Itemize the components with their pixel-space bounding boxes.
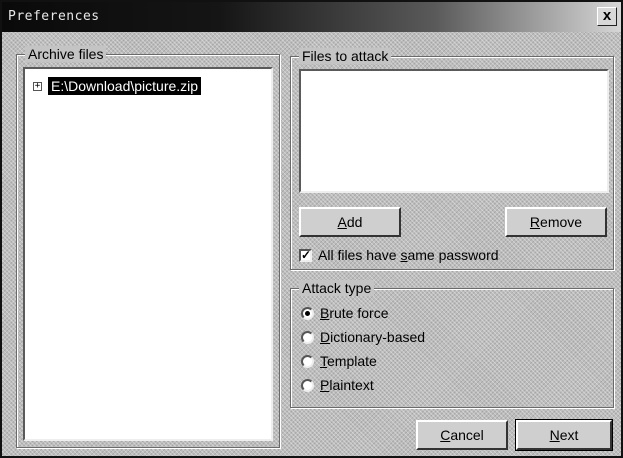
- cancel-button[interactable]: Cancel: [416, 420, 508, 450]
- archive-files-group: Archive files + E:\Download\picture.zip: [16, 46, 280, 448]
- radio-button[interactable]: [301, 354, 314, 368]
- files-list[interactable]: [299, 69, 609, 193]
- radio-button[interactable]: [301, 330, 314, 344]
- files-to-attack-group: Files to attack Add Remove ✓ All files h…: [290, 48, 614, 270]
- radio-template[interactable]: Template: [301, 353, 377, 369]
- same-password-label: All files have same password: [318, 247, 499, 263]
- radio-button-selected[interactable]: [301, 306, 314, 320]
- expand-plus-icon[interactable]: +: [33, 81, 42, 91]
- tree-item-archive[interactable]: + E:\Download\picture.zip: [33, 77, 202, 95]
- radio-plaintext[interactable]: Plaintext: [301, 377, 374, 393]
- checkmark-icon: ✓: [301, 247, 312, 262]
- next-button[interactable]: Next: [515, 419, 613, 451]
- same-password-checkbox-row[interactable]: ✓ All files have same password: [299, 247, 499, 263]
- preferences-dialog: Preferences x Archive files + E:\Downloa…: [0, 0, 623, 458]
- tree-item-label[interactable]: E:\Download\picture.zip: [48, 77, 202, 95]
- archive-tree[interactable]: + E:\Download\picture.zip: [23, 67, 273, 441]
- close-button[interactable]: x: [597, 7, 617, 26]
- radio-button[interactable]: [301, 378, 314, 392]
- remove-button[interactable]: Remove: [505, 207, 607, 237]
- same-password-checkbox[interactable]: ✓: [299, 247, 312, 262]
- radio-brute-force[interactable]: Brute force: [301, 305, 388, 321]
- files-to-attack-label: Files to attack: [299, 48, 392, 64]
- radio-dictionary-based[interactable]: Dictionary-based: [301, 329, 425, 345]
- window-title: Preferences: [8, 9, 100, 24]
- archive-files-label: Archive files: [25, 46, 107, 62]
- attack-type-label: Attack type: [299, 280, 375, 296]
- attack-type-group: Attack type Brute force Dictionary-based…: [290, 280, 614, 408]
- close-icon: x: [602, 7, 612, 24]
- title-bar[interactable]: Preferences x: [2, 2, 621, 32]
- add-button[interactable]: Add: [299, 207, 401, 237]
